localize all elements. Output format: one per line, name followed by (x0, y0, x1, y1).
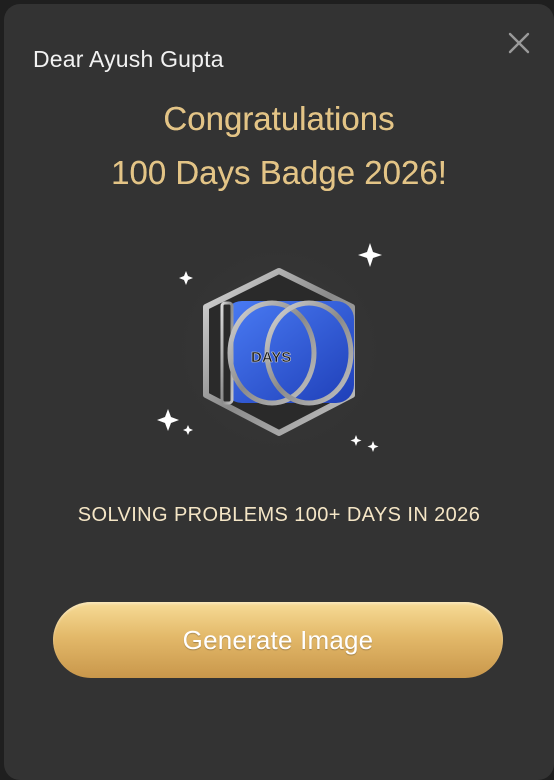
close-icon[interactable] (506, 30, 532, 56)
100-days-badge-icon: DAYS (157, 239, 389, 459)
badge-days-text: DAYS (251, 349, 291, 366)
badge-description: SOLVING PROBLEMS 100+ DAYS IN 2026 (77, 504, 481, 526)
badge-modal: Dear Ayush Gupta Congratulations 100 Day… (4, 4, 554, 780)
badge-title: 100 Days Badge 2026! (4, 154, 554, 192)
congratulations-title: Congratulations (4, 100, 554, 138)
close-button[interactable] (506, 30, 532, 56)
generate-image-label: Generate Image (182, 624, 374, 655)
badge-illustration: DAYS (144, 229, 404, 469)
greeting-text: Dear Ayush Gupta (33, 46, 224, 72)
generate-image-button[interactable]: Generate Image (53, 602, 503, 678)
